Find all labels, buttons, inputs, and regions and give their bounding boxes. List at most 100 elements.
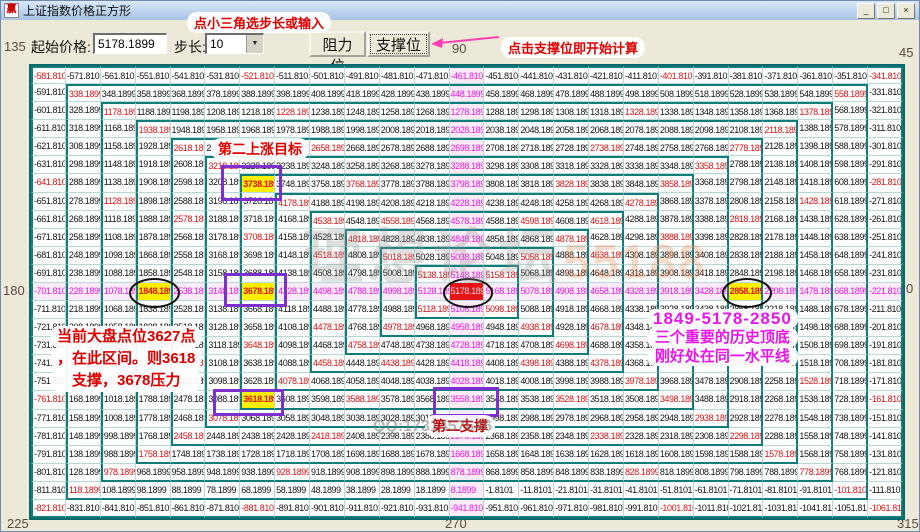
grid-cell: 1538.1899 — [798, 391, 833, 409]
step-hint-callout: 点小三角选步长或输入 — [187, 12, 331, 33]
grid-cell: 1488.1899 — [798, 301, 833, 319]
grid-cell: 2958.1899 — [624, 410, 659, 428]
grid-cell: 3398.1899 — [694, 229, 729, 247]
grid-cell: 2398.1899 — [380, 428, 415, 446]
grid-cell: 5158.1899 — [484, 265, 519, 283]
grid-cell: 298.1899 — [66, 156, 101, 174]
grid-cell: -71.8101 — [729, 482, 764, 500]
grid-cell: 4048.1899 — [380, 373, 415, 391]
grid-cell: 4758.1899 — [345, 337, 380, 355]
grid-cell: 2288.1899 — [763, 428, 798, 446]
close-button[interactable]: × — [897, 3, 915, 19]
grid-cell: 1398.1899 — [798, 138, 833, 156]
app-window: 赢 上证指数价格正方形 _ □ × 135 起始价格: 5178.1899 步长… — [0, 0, 920, 532]
grid-cell: 1088.1899 — [101, 265, 136, 283]
grid-cell: 2278.1899 — [763, 410, 798, 428]
grid-cell: 1548.1899 — [798, 410, 833, 428]
grid-cell: 3758.1899 — [310, 174, 345, 192]
grid-cell: 3348.1899 — [659, 156, 694, 174]
grid-cell: 1408.1899 — [798, 156, 833, 174]
grid-cell: -211.8101 — [868, 301, 903, 319]
grid-cell: -861.8101 — [171, 500, 206, 518]
dropdown-arrow-icon[interactable]: ▼ — [246, 35, 263, 53]
grid-cell: 1348.1899 — [694, 102, 729, 120]
grid-cell: 4848.1899 — [450, 229, 485, 247]
grid-cell: 1868.1899 — [136, 247, 171, 265]
grid-cell: 4408.1899 — [484, 355, 519, 373]
resistance-button[interactable]: 阻力位 — [309, 31, 366, 57]
grid-cell: 18.1899 — [415, 482, 450, 500]
step-value[interactable]: 10 — [207, 35, 246, 53]
grid-cell: 4468.1899 — [310, 337, 345, 355]
grid-cell: 808.1899 — [694, 464, 729, 482]
grid-cell: 2918.1899 — [729, 391, 764, 409]
grid-cell: 1518.1899 — [798, 355, 833, 373]
grid-cell: 38.1899 — [345, 482, 380, 500]
current-level-note: 当前大盘点位3627点，在此区间。则3618支撑，3678压力 — [51, 326, 201, 392]
step-combobox[interactable]: 10 ▼ — [205, 33, 264, 54]
grid-cell: 2478.1899 — [171, 391, 206, 409]
grid-cell: -511.8101 — [275, 66, 310, 84]
grid-cell: 378.1899 — [205, 84, 240, 102]
grid-cell: 868.1899 — [484, 464, 519, 482]
title-bar[interactable]: 赢 上证指数价格正方形 _ □ × — [1, 1, 919, 20]
grid-cell: -761.8101 — [31, 391, 66, 409]
grid-cell: 4828.1899 — [380, 229, 415, 247]
grid-cell: 798.1899 — [729, 464, 764, 482]
grid-cell: -951.8101 — [484, 500, 519, 518]
grid-cell: 3128.1899 — [205, 319, 240, 337]
start-price-input[interactable]: 5178.1899 — [93, 33, 167, 54]
grid-cell: 398.1899 — [275, 84, 310, 102]
grid-cell: 1068.1899 — [101, 301, 136, 319]
grid-cell: 2168.1899 — [763, 211, 798, 229]
grid-cell: 1708.1899 — [310, 446, 345, 464]
grid-cell: 408.1899 — [310, 84, 345, 102]
grid-cell: 58.1899 — [275, 482, 310, 500]
grid-cell: -111.8101 — [868, 482, 903, 500]
grid-cell: -161.8101 — [868, 391, 903, 409]
grid-cell: 4088.1899 — [275, 355, 310, 373]
grid-cell: -781.8101 — [31, 428, 66, 446]
grid-cell: -81.8101 — [763, 482, 798, 500]
grid-cell: 4898.1899 — [554, 265, 589, 283]
angle-label-135: 135 — [4, 39, 26, 54]
grid-cell: 4658.1899 — [589, 283, 624, 301]
grid-cell: -961.8101 — [519, 500, 554, 518]
grid-cell: 3578.1899 — [380, 391, 415, 409]
grid-cell: 3328.1899 — [589, 156, 624, 174]
grid-cell: 3978.1899 — [624, 373, 659, 391]
gann-square-grid: -581.8101-571.8101-561.8101-551.8101-541… — [29, 64, 905, 520]
grid-cell: 2548.1899 — [171, 265, 206, 283]
grid-cell: 118.1899 — [66, 482, 101, 500]
minimize-button[interactable]: _ — [857, 3, 875, 19]
grid-cell: 4578.1899 — [450, 211, 485, 229]
grid-cell: 3988.1899 — [589, 373, 624, 391]
grid-cell: -871.8101 — [205, 500, 240, 518]
window-title: 上证指数价格正方形 — [23, 2, 131, 19]
grid-cell: 628.1899 — [833, 211, 868, 229]
grid-cell: 1718.1899 — [275, 446, 310, 464]
grid-cell: 3818.1899 — [519, 174, 554, 192]
grid-cell: 3708.1899 — [240, 229, 275, 247]
grid-cell: 2718.1899 — [519, 138, 554, 156]
grid-cell: 3298.1899 — [484, 156, 519, 174]
grid-cell: 3188.1899 — [205, 211, 240, 229]
grid-cell: -1041.8101 — [798, 500, 833, 518]
grid-cell: 818.1899 — [659, 464, 694, 482]
grid-cell: 3338.1899 — [624, 156, 659, 174]
maximize-button[interactable]: □ — [877, 3, 895, 19]
grid-cell: 88.1899 — [171, 482, 206, 500]
grid-cell: 2018.1899 — [415, 120, 450, 138]
grid-cell: 428.1899 — [380, 84, 415, 102]
support-button[interactable]: 支撑位 — [367, 31, 430, 57]
grid-cell: -661.8101 — [31, 211, 66, 229]
grid-cell: 2608.1899 — [171, 156, 206, 174]
grid-cell: 2738.1899 — [589, 138, 624, 156]
grid-cell: 1428.1899 — [798, 193, 833, 211]
grid-cell: 4708.1899 — [519, 337, 554, 355]
grid-cell: 2038.1899 — [484, 120, 519, 138]
grid-cell: 48.1899 — [310, 482, 345, 500]
grid-cell: 4558.1899 — [380, 211, 415, 229]
grid-cell: 4768.1899 — [345, 319, 380, 337]
grid-cell: -41.8101 — [624, 482, 659, 500]
